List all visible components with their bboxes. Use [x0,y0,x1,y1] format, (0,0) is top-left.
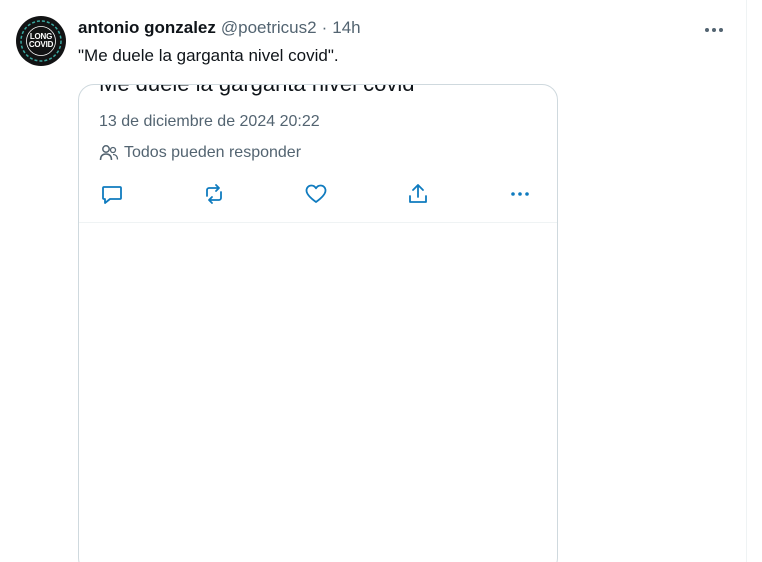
header-separator: · [321,18,328,37]
share-button[interactable] [403,179,433,209]
avatar-logo-text: LONG COVID [16,16,66,66]
retweet-icon [206,184,222,204]
avatar[interactable]: LONG COVID [16,16,66,66]
more-horizontal-icon [511,192,529,196]
embedded-tweet-image[interactable]: Me duele la garganta nivel covid 13 de d… [78,84,558,562]
tweet-page: LONG COVID antonio gonzalez @poetricus2 … [0,0,762,562]
embed-timestamp: 13 de diciembre de 2024 20:22 [99,113,320,130]
embed-action-bar [79,175,557,215]
heart-icon [305,184,327,203]
retweet-button[interactable] [199,179,229,209]
like-button[interactable] [301,179,331,209]
avatar-line2: COVID [28,40,54,49]
embed-audience: Todos pueden responder [99,143,301,163]
more-horizontal-icon [705,28,723,32]
tweet-text: "Me duele la garganta nivel covid". [78,46,339,65]
embed-divider [79,222,557,223]
embed-cutoff-text: Me duele la garganta nivel covid [99,85,415,97]
embed-audience-label: Todos pueden responder [124,144,302,161]
reply-icon [102,186,122,204]
post-time[interactable]: 14h [332,18,360,38]
people-icon [99,145,119,161]
embed-more-button[interactable] [505,179,535,209]
column-divider [746,0,747,562]
more-options-button[interactable] [700,16,728,44]
tweet-header: antonio gonzalez @poetricus2 · 14h [78,18,361,40]
reply-button[interactable] [97,179,127,209]
author-handle[interactable]: @poetricus2 [221,18,317,38]
share-icon [409,184,427,203]
author-name[interactable]: antonio gonzalez [78,18,216,38]
